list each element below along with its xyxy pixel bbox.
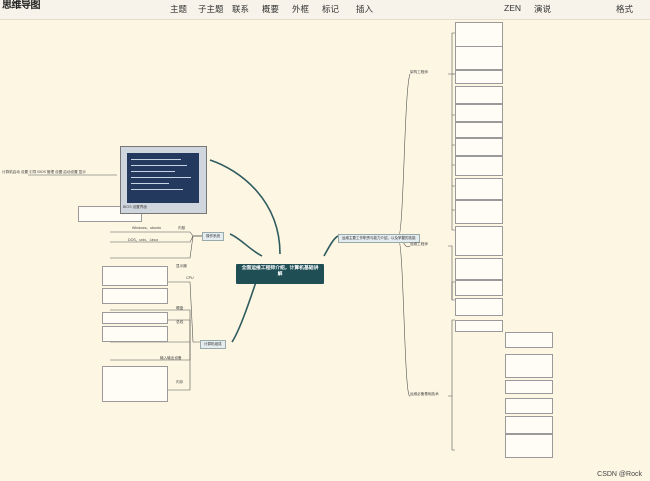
app-title: 思维导图: [2, 0, 41, 11]
menu-zen[interactable]: ZEN: [504, 3, 521, 13]
note-box[interactable]: [455, 104, 503, 122]
note-box[interactable]: [102, 312, 168, 324]
note-box[interactable]: [455, 200, 503, 224]
note-box[interactable]: [455, 226, 503, 256]
branch-basic-tech[interactable]: 运维必备基础技术: [410, 392, 439, 397]
note-box[interactable]: [505, 398, 553, 414]
screenshot-screen: [127, 153, 199, 203]
note-box[interactable]: [505, 434, 553, 458]
menu-marker[interactable]: 标记: [322, 3, 339, 15]
menu-boundary[interactable]: 外框: [292, 3, 309, 15]
label-kernel[interactable]: 内核: [178, 226, 185, 231]
note-box[interactable]: [455, 138, 503, 156]
label-display[interactable]: 显示器: [176, 264, 187, 269]
note-box[interactable]: [102, 326, 168, 342]
note-box[interactable]: [455, 298, 503, 316]
label-windows[interactable]: Windows、ubuntu: [132, 226, 161, 231]
menu-relation[interactable]: 联系: [232, 3, 249, 15]
label-bus[interactable]: 总线: [176, 320, 183, 325]
label-dos[interactable]: DOS、unix、Linux: [128, 238, 158, 243]
note-box[interactable]: [455, 258, 503, 280]
label-storage[interactable]: 硬盘: [176, 306, 183, 311]
branch-os[interactable]: 操作系统: [202, 232, 224, 241]
note-box[interactable]: [455, 122, 503, 138]
top-toolbar: 思维导图 主题 子主题 联系 概要 外框 标记 插入 ZEN 演说 格式: [0, 0, 650, 20]
note-box[interactable]: [505, 332, 553, 348]
menu-insert[interactable]: 插入: [356, 3, 373, 15]
image-note[interactable]: 计算机启动 设置 引导 BIOS 管理 设置 启动设置 显示: [2, 170, 112, 175]
menu-format[interactable]: 格式: [616, 3, 633, 15]
note-box[interactable]: [102, 288, 168, 304]
note-box[interactable]: [455, 156, 503, 176]
note-box[interactable]: [455, 70, 503, 84]
mindmap-canvas[interactable]: 全面运维工程师介绍，计算机基础讲解 运维主要工作职责与能力介绍，以及掌握的技能 …: [0, 20, 650, 481]
branch-ops-engineer[interactable]: 运维工程师: [410, 242, 428, 247]
note-box[interactable]: [455, 86, 503, 104]
label-io[interactable]: 输入输出设备: [160, 356, 182, 361]
note-box[interactable]: [455, 22, 503, 48]
menu-topic[interactable]: 主题: [170, 3, 187, 15]
menu-summary[interactable]: 概要: [262, 3, 279, 15]
link-central-os: [229, 233, 263, 257]
watermark: CSDN @Rock: [597, 471, 642, 478]
screenshot-caption: BIOS 设置界面: [123, 205, 147, 209]
branch-architect[interactable]: 架构工程师: [410, 70, 428, 75]
link-central-right: [323, 235, 339, 257]
note-box[interactable]: [455, 280, 503, 296]
branch-right-main[interactable]: 运维主要工作职责与能力介绍，以及掌握的技能: [338, 234, 420, 243]
menu-subtopic[interactable]: 子主题: [198, 3, 224, 15]
note-box[interactable]: [505, 416, 553, 434]
note-box[interactable]: [505, 354, 553, 378]
label-cpu[interactable]: CPU: [186, 276, 194, 280]
note-box[interactable]: [455, 46, 503, 70]
note-box[interactable]: [102, 366, 168, 402]
central-topic[interactable]: 全面运维工程师介绍，计算机基础讲解: [236, 264, 324, 284]
note-box[interactable]: [102, 266, 168, 286]
label-memory[interactable]: 内存: [176, 380, 183, 385]
menu-present[interactable]: 演说: [534, 3, 551, 15]
embedded-screenshot[interactable]: BIOS 设置界面: [120, 146, 207, 214]
note-box[interactable]: [505, 380, 553, 394]
note-box[interactable]: [455, 320, 503, 332]
branch-hardware[interactable]: 计算机组成: [200, 340, 226, 349]
note-box[interactable]: [455, 178, 503, 200]
